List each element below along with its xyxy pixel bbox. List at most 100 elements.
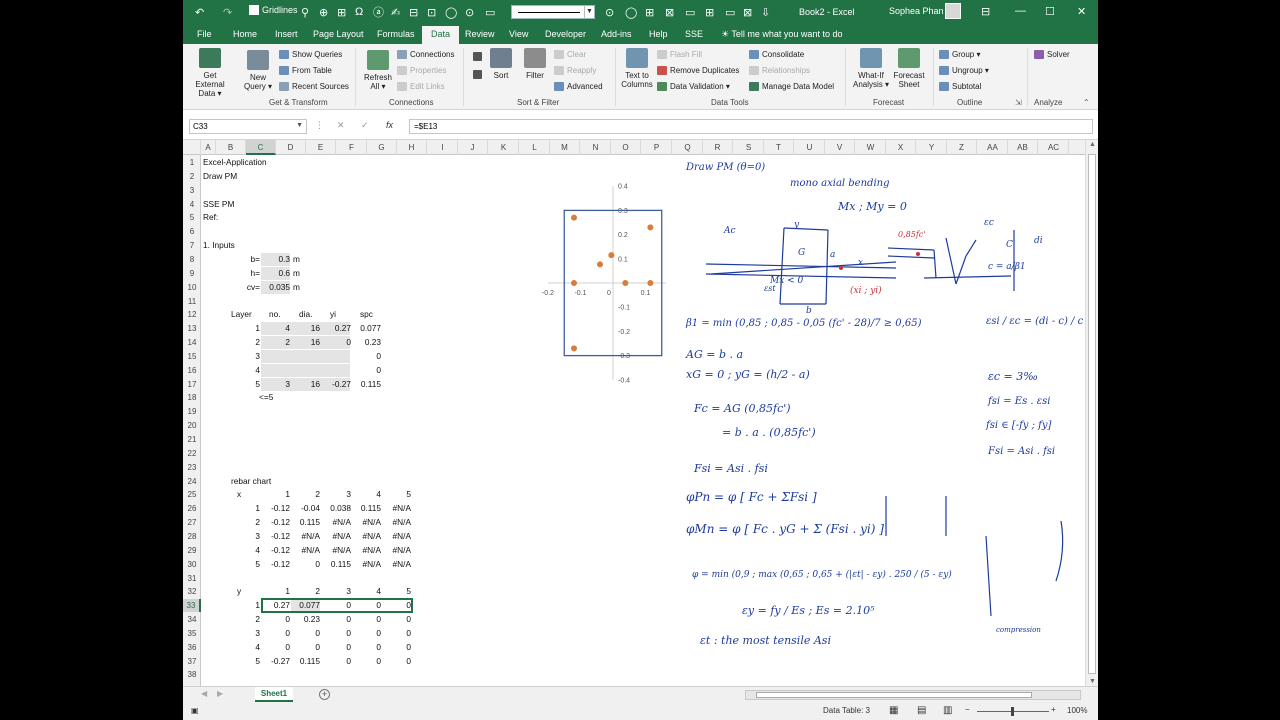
tab-review[interactable]: Review: [465, 29, 495, 39]
row-header-26[interactable]: 26: [183, 502, 201, 515]
worksheet-grid[interactable]: A B C D E F G H I J K L M N O P Q R S T U V W X Y Z AA AB AC 1234567…: [183, 140, 1098, 686]
what-if-analysis-button[interactable]: What-If Analysis ▾: [851, 48, 891, 89]
quick-tool-19-icon[interactable]: ⊠: [743, 5, 752, 19]
y-header-5[interactable]: 5: [382, 585, 411, 598]
edit-links-button[interactable]: Edit Links: [397, 82, 445, 91]
column-header-c[interactable]: C: [246, 140, 276, 155]
cell-a7[interactable]: 1. Inputs: [203, 239, 235, 252]
quick-tool-3-icon[interactable]: ⊞: [337, 5, 346, 19]
x-header-1[interactable]: 1: [261, 488, 290, 501]
sort-button[interactable]: Sort: [489, 48, 513, 80]
x-cell-4-2[interactable]: 0: [291, 558, 320, 571]
y-cell-4-4[interactable]: 0: [352, 655, 381, 668]
select-all-corner[interactable]: [183, 140, 201, 155]
column-header-w[interactable]: W: [856, 140, 886, 155]
layer-cell-4-1[interactable]: 3: [261, 378, 290, 391]
user-name[interactable]: Sophea Phan: [889, 6, 944, 16]
y-cell-4-3[interactable]: 0: [322, 655, 351, 668]
sheet-tab-sheet1[interactable]: Sheet1: [255, 687, 293, 702]
x-cell-2-3[interactable]: #N/A: [322, 530, 351, 543]
quick-tool-16-icon[interactable]: ▭: [685, 5, 695, 19]
y-cell-2-3[interactable]: 0: [322, 627, 351, 640]
remove-duplicates-button[interactable]: Remove Duplicates: [657, 66, 739, 75]
row-header-27[interactable]: 27: [183, 516, 201, 529]
normal-view-icon[interactable]: ▦: [889, 705, 898, 716]
x-cell-1-2[interactable]: 0.115: [291, 516, 320, 529]
row-header-17[interactable]: 17: [183, 378, 201, 391]
row-header-25[interactable]: 25: [183, 488, 201, 501]
confirm-entry-icon[interactable]: ✓: [361, 120, 369, 131]
column-header-f[interactable]: F: [337, 140, 367, 155]
undo-icon[interactable]: ↶: [195, 5, 204, 19]
layer-header-1[interactable]: no.: [269, 308, 281, 321]
layer-cell-0-4[interactable]: 0.077: [352, 322, 381, 335]
row-header-12[interactable]: 12: [183, 308, 201, 321]
row-header-21[interactable]: 21: [183, 433, 201, 446]
minimize-icon[interactable]: —: [1015, 5, 1026, 17]
insert-function-icon[interactable]: fx: [386, 120, 393, 130]
x-header-5[interactable]: 5: [382, 488, 411, 501]
x-cell-3-0[interactable]: 4: [231, 544, 260, 557]
row-header-4[interactable]: 4: [183, 198, 201, 211]
row-header-37[interactable]: 37: [183, 655, 201, 668]
row-header-38[interactable]: 38: [183, 668, 201, 681]
x-cell-0-0[interactable]: 1: [231, 502, 260, 515]
add-sheet-button[interactable]: +: [319, 689, 330, 700]
reapply-button[interactable]: Reapply: [554, 66, 596, 75]
x-cell-1-1[interactable]: -0.12: [261, 516, 290, 529]
column-header-m[interactable]: M: [550, 140, 580, 155]
row-header-31[interactable]: 31: [183, 572, 201, 585]
next-sheet-icon[interactable]: ▶: [217, 689, 223, 698]
column-header-r[interactable]: R: [703, 140, 733, 155]
vertical-scroll-thumb[interactable]: [1088, 154, 1096, 674]
cell-a2[interactable]: Draw PM: [203, 170, 237, 183]
sort-az-button[interactable]: [473, 52, 482, 61]
x-cell-0-1[interactable]: -0.12: [261, 502, 290, 515]
formula-input[interactable]: =$E13: [409, 119, 1093, 134]
row-header-35[interactable]: 35: [183, 627, 201, 640]
x-cell-3-2[interactable]: #N/A: [291, 544, 320, 557]
y-cell-1-1[interactable]: 0: [261, 613, 290, 626]
omega-symbol-icon[interactable]: Ω: [355, 5, 363, 19]
avatar[interactable]: [945, 3, 961, 19]
tab-sse[interactable]: SSE: [685, 29, 703, 39]
layer-cell-1-0[interactable]: 2: [231, 336, 260, 349]
row-header-30[interactable]: 30: [183, 558, 201, 571]
y-header-2[interactable]: 2: [291, 585, 320, 598]
y-cell-3-3[interactable]: 0: [322, 641, 351, 654]
row-header-7[interactable]: 7: [183, 239, 201, 252]
tab-insert[interactable]: Insert: [275, 29, 298, 39]
cell-a4[interactable]: SSE PM: [203, 198, 234, 211]
vertical-scrollbar[interactable]: ▲ ▼: [1085, 140, 1098, 686]
ribbon-display-options-icon[interactable]: ⊟: [981, 5, 990, 18]
clear-button[interactable]: Clear: [554, 50, 586, 59]
row-header-1[interactable]: 1: [183, 156, 201, 169]
column-header-h[interactable]: H: [397, 140, 427, 155]
row-header-10[interactable]: 10: [183, 281, 201, 294]
quick-tool-2-icon[interactable]: ⊕: [319, 5, 328, 19]
cell-b24[interactable]: rebar chart: [231, 475, 271, 488]
quick-tool-6-icon[interactable]: ✍: [391, 5, 400, 19]
x-cell-1-3[interactable]: #N/A: [322, 516, 351, 529]
x-cell-2-0[interactable]: 3: [231, 530, 260, 543]
sort-za-button[interactable]: [473, 70, 482, 79]
column-header-u[interactable]: U: [795, 140, 825, 155]
properties-button[interactable]: Properties: [397, 66, 446, 75]
quick-tool-11-icon[interactable]: ▭: [485, 5, 495, 19]
zoom-in-icon[interactable]: +: [1051, 705, 1056, 714]
scroll-down-icon[interactable]: ▼: [1089, 678, 1096, 685]
gridlines-checkbox[interactable]: Gridlines: [249, 5, 298, 15]
layer-cell-0-0[interactable]: 1: [231, 322, 260, 335]
column-header-t[interactable]: T: [764, 140, 794, 155]
quick-tool-10-icon[interactable]: ⊙: [465, 5, 474, 19]
x-header-0[interactable]: x: [237, 488, 241, 501]
prev-sheet-icon[interactable]: ◀: [201, 689, 207, 698]
quick-tool-7-icon[interactable]: ⊟: [409, 5, 418, 19]
tab-view[interactable]: View: [509, 29, 528, 39]
row-header-5[interactable]: 5: [183, 211, 201, 224]
get-external-data-button[interactable]: Get External Data ▾: [188, 48, 232, 98]
close-icon[interactable]: ✕: [1077, 5, 1086, 18]
x-header-2[interactable]: 2: [291, 488, 320, 501]
handwritten-note-image[interactable]: Draw PM (θ=0) mono axial bending Mx ; My…: [666, 156, 1083, 686]
page-layout-view-icon[interactable]: ▤: [917, 705, 926, 716]
